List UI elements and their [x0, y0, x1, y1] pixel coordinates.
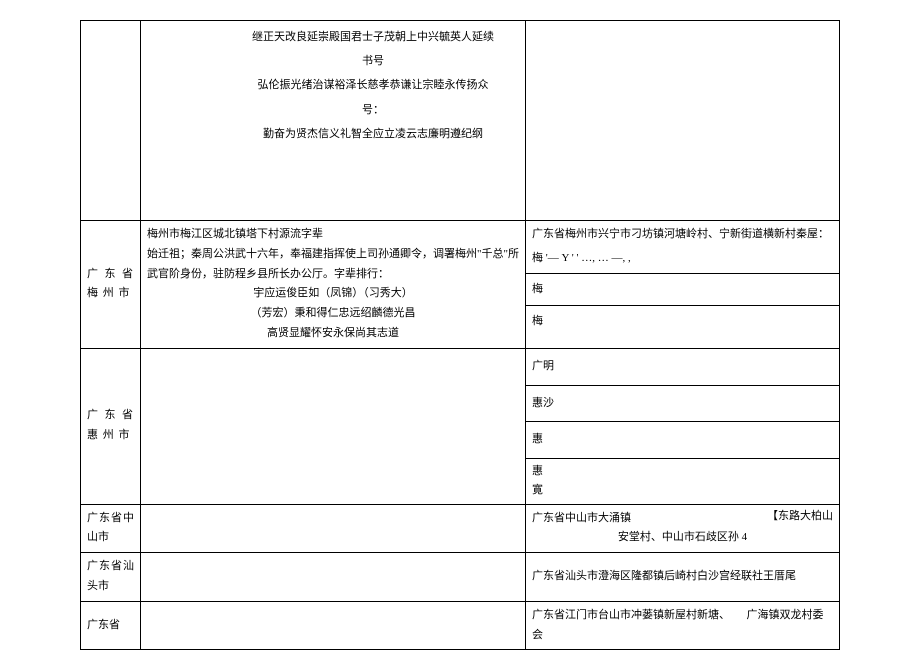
table-row: 广 东 省 梅 州 市 梅州市梅江区城北镇塔下村源流字辈 始迁祖；秦周公洪武十六…: [81, 221, 840, 349]
poem-block: 继正天改良延崇殿国君士子茂朝上中兴毓英人延续书号 弘伦振光绪治谋裕泽长慈孝恭谦让…: [147, 25, 519, 146]
genealogy-table: 继正天改良延崇殿国君士子茂朝上中兴毓英人延续书号 弘伦振光绪治谋裕泽长慈孝恭谦让…: [80, 20, 840, 650]
divider: [526, 458, 839, 459]
middle-cell: [141, 348, 526, 504]
text-line: 梅: [526, 278, 839, 302]
text-line: 广东省梅州市兴宁市刁坊镇河塘岭村、宁新街道横新村秦屋：: [526, 221, 839, 249]
right-cell: 广明 惠沙 惠 惠 寛: [526, 348, 840, 504]
text-line: 安堂村、中山市石歧区孙 4: [532, 528, 833, 548]
text-line: 惠: [526, 465, 839, 478]
region-cell: 广东省: [81, 601, 141, 650]
text-line: 广东省江门市台山市冲蒌镇新屋村新塘、: [532, 609, 730, 621]
poem-line: 继正天改良延崇殿国君士子茂朝上中兴毓英人延续书号: [247, 25, 499, 73]
region-cell: 广东省中山市: [81, 504, 141, 553]
region-cell: [81, 21, 141, 221]
right-cell: 广东省中山市大涌镇 【东路大柏山 安堂村、中山市石歧区孙 4: [526, 504, 840, 553]
middle-cell: [141, 553, 526, 602]
text-line: 惠: [526, 428, 839, 452]
middle-cell: 继正天改良延崇殿国君士子茂朝上中兴毓英人延续书号 弘伦振光绪治谋裕泽长慈孝恭谦让…: [141, 21, 526, 221]
divider: [526, 273, 839, 274]
table-row: 广东省汕头市 广东省汕头市澄海区隆都镇后崎村白沙宫经联社王厝尾: [81, 553, 840, 602]
table-row: 广东省 广东省江门市台山市冲蒌镇新屋村新塘、 广海镇双龙村委会: [81, 601, 840, 650]
middle-cell: [141, 601, 526, 650]
region-cell: 广 东 省 惠 州 市: [81, 348, 141, 504]
region-cell: 广 东 省 梅 州 市: [81, 221, 141, 349]
text-line: 惠沙: [526, 392, 839, 416]
text-line: 梅: [526, 310, 839, 334]
table-row: 广 东 省 惠 州 市 广明 惠沙 惠 惠 寛: [81, 348, 840, 504]
document-page: 继正天改良延崇殿国君士子茂朝上中兴毓英人延续书号 弘伦振光绪治谋裕泽长慈孝恭谦让…: [0, 0, 920, 651]
region-label: 广东省: [87, 619, 120, 631]
right-cell: 广东省梅州市兴宁市刁坊镇河塘岭村、宁新街道横新村秦屋： 梅 '— Y ' ' ……: [526, 221, 840, 349]
text-fragment: 【东路大柏山: [767, 507, 833, 527]
middle-cell: 梅州市梅江区城北镇塔下村源流字辈 始迁祖；秦周公洪武十六年，奉福建指挥使上司孙通…: [141, 221, 526, 349]
text-line: 宇应运俊臣如（凤锦）（习秀大）: [147, 284, 519, 304]
middle-cell: [141, 504, 526, 553]
region-label: 广 东 省 梅 州 市: [87, 268, 134, 300]
text-line: 广明: [526, 355, 839, 379]
table-row: 继正天改良延崇殿国君士子茂朝上中兴毓英人延续书号 弘伦振光绪治谋裕泽长慈孝恭谦让…: [81, 21, 840, 221]
region-cell: 广东省汕头市: [81, 553, 141, 602]
text-line: 梅 '— Y ' ' …, … —, ,: [526, 249, 839, 269]
divider: [526, 385, 839, 386]
text-line: 高贤显耀怀安永保尚其志道: [147, 324, 519, 344]
right-cell: [526, 21, 840, 221]
region-label: 广东省中山市: [87, 512, 134, 544]
text-line: 广东省汕头市澄海区隆都镇后崎村白沙宫经联社王厝尾: [532, 570, 796, 582]
region-label: 广 东 省 惠 州 市: [87, 409, 134, 441]
text-line: 寛: [526, 484, 839, 497]
text-line: 始迁祖；秦周公洪武十六年，奉福建指挥使上司孙通卿令，调署梅州"千总"所武官阶身份…: [147, 245, 519, 285]
region-label: 广东省汕头市: [87, 560, 134, 592]
right-cell: 广东省汕头市澄海区隆都镇后崎村白沙宫经联社王厝尾: [526, 553, 840, 602]
text-line: 梅州市梅江区城北镇塔下村源流字辈: [147, 225, 519, 245]
text-line: （芳宏）秉和得仁忠远绍麟德光昌: [147, 304, 519, 324]
text-line: 广东省中山市大涌镇: [532, 512, 631, 524]
divider: [526, 305, 839, 306]
right-cell: 广东省江门市台山市冲蒌镇新屋村新塘、 广海镇双龙村委会: [526, 601, 840, 650]
poem-line: 弘伦振光绪治谋裕泽长慈孝恭谦让宗睦永传扬众号：: [247, 73, 499, 121]
poem-line: 勤奋为贤杰信义礼智全应立凌云志廉明遵纪纲: [247, 122, 499, 146]
table-row: 广东省中山市 广东省中山市大涌镇 【东路大柏山 安堂村、中山市石歧区孙 4: [81, 504, 840, 553]
divider: [526, 421, 839, 422]
